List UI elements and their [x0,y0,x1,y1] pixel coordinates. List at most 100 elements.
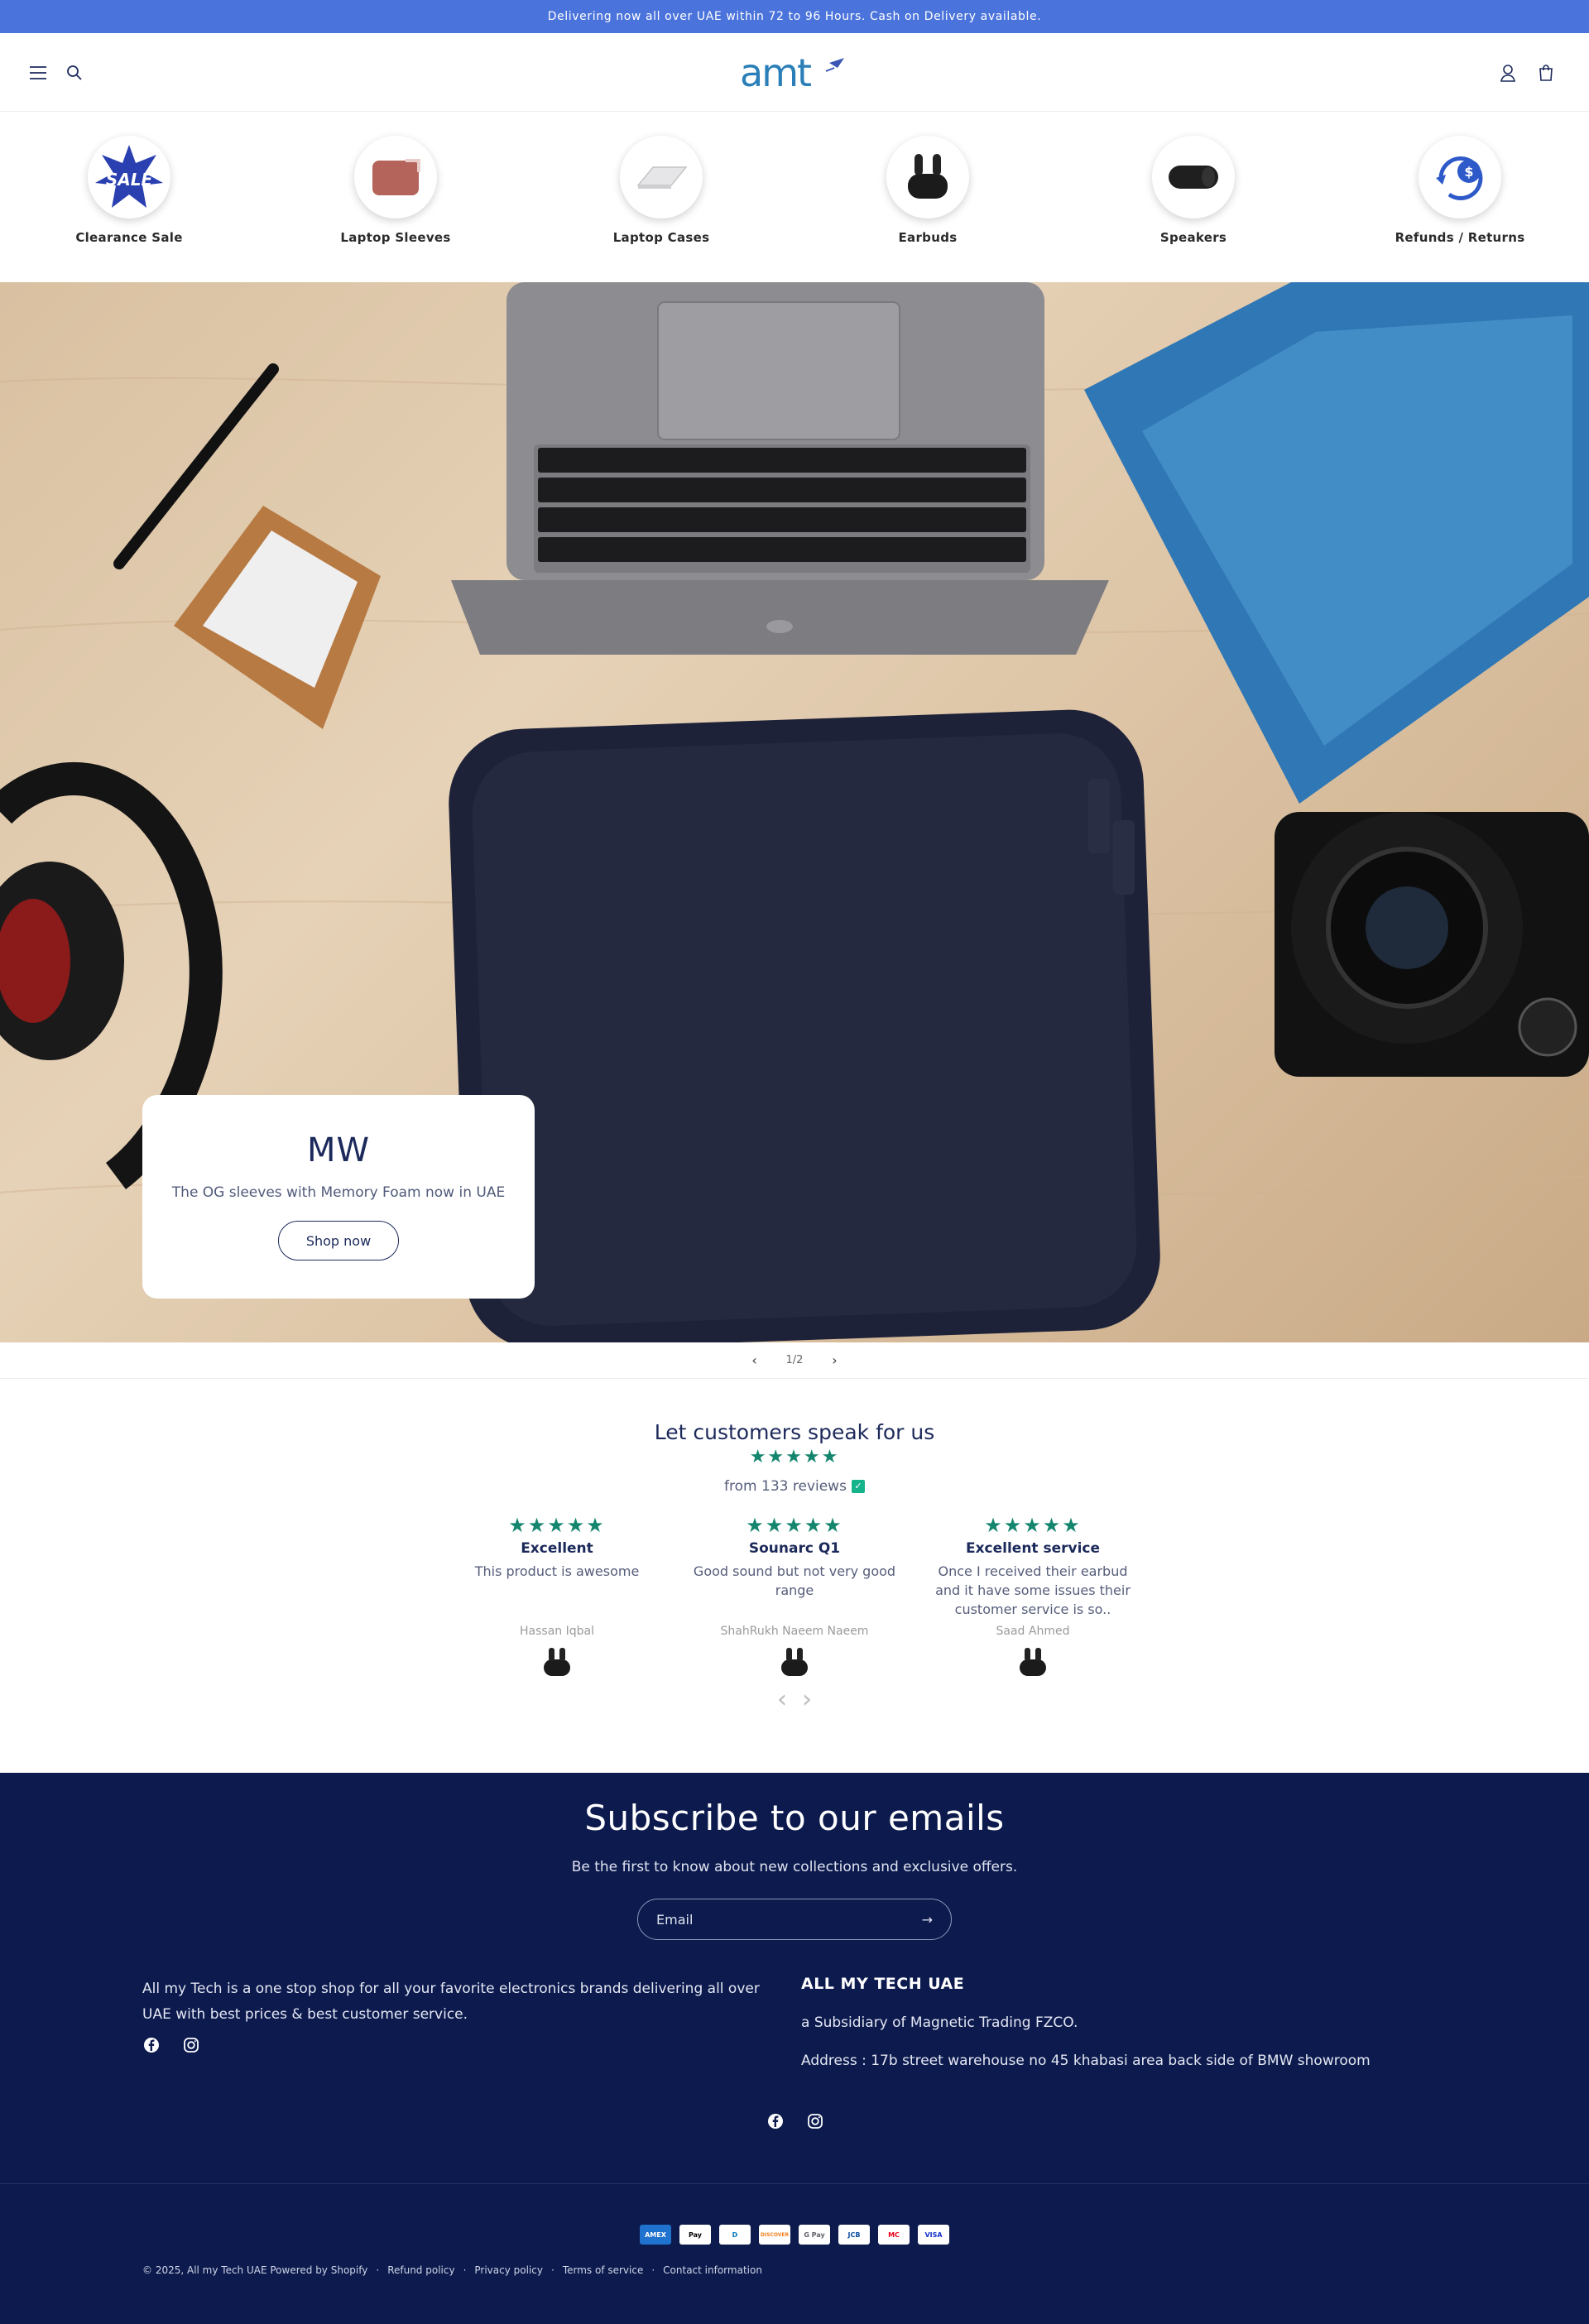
reviews-rating-stars: ★★★★★ [749,1447,840,1467]
discover-icon: DISCOVER [759,2225,790,2245]
hero-subtitle: The OG sleeves with Memory Foam now in U… [171,1184,506,1201]
earbuds-product-icon [539,1645,575,1681]
footer-about: All my Tech is a one stop shop for all y… [142,1981,760,2023]
mastercard-icon: MC [878,2225,910,2245]
separator-dot: · [376,2264,380,2276]
newsletter-title: Subscribe to our emails [584,1798,1005,1838]
facebook-icon[interactable] [142,2036,161,2054]
privacy-policy-link[interactable]: Privacy policy [474,2264,543,2276]
account-icon[interactable] [1496,61,1519,84]
footer-company-title: ALL MY TECH UAE [801,1975,965,1993]
site-footer: Subscribe to our emails Be the first to … [0,1773,1589,2324]
chevron-left-icon[interactable]: ‹ [746,1352,763,1369]
review-stars: ★★★★★ [746,1514,843,1537]
category-earbuds[interactable]: Earbuds [845,136,1011,245]
reviews-count[interactable]: from 133 reviews ✓ [0,1478,1589,1495]
menu-icon[interactable] [26,61,50,84]
footer-company-subsidiary: a Subsidiary of Magnetic Trading FZCO. [801,2014,1078,2031]
refund-icon: $ [1419,136,1501,218]
review-heading: Excellent [521,1540,593,1557]
copyright-bar: © 2025, All my Tech UAE Powered by Shopi… [142,2264,762,2276]
review-card[interactable]: ★★★★★ Excellent This product is awesome … [449,1514,665,1681]
category-laptop-sleeves[interactable]: Laptop Sleeves [313,136,478,245]
copyright-text: © 2025, All my Tech UAE Powered by Shopi… [142,2264,368,2276]
review-author: ShahRukh Naeem Naeem [720,1625,869,1638]
reviews-navigation: ‹ › [0,1685,1589,1714]
contact-information-link[interactable]: Contact information [663,2264,762,2276]
hero-card: MW The OG sleeves with Memory Foam now i… [142,1095,535,1299]
category-label: Laptop Cases [612,230,710,245]
diners-club-icon: D [719,2225,751,2245]
review-card[interactable]: ★★★★★ Sounarc Q1 Good sound but not very… [687,1514,902,1681]
instagram-icon[interactable] [182,2036,200,2054]
chevron-left-icon[interactable]: ‹ [777,1685,787,1714]
footer-company-column: ALL MY TECH UAE a Subsidiary of Magnetic… [801,1975,1463,2069]
category-refunds-returns[interactable]: $ Refunds / Returns [1377,136,1543,245]
email-placeholder: Email [656,1911,694,1928]
newsletter-subtitle: Be the first to know about new collectio… [571,1859,1018,1875]
google-pay-icon: G Pay [799,2225,830,2245]
social-links-center [766,2112,824,2130]
earbuds-product-icon [1015,1645,1051,1681]
reviews-title: Let customers speak for us [654,1420,935,1444]
email-field[interactable]: Email → [637,1899,952,1940]
category-laptop-cases[interactable]: Laptop Cases [578,136,744,245]
announcement-bar: Delivering now all over UAE within 72 to… [0,0,1589,33]
separator-dot: · [463,2264,467,2276]
cart-icon[interactable] [1534,61,1558,84]
review-card[interactable]: ★★★★★ Excellent service Once I received … [925,1514,1140,1681]
separator-dot: · [651,2264,655,2276]
separator-dot: · [550,2264,554,2276]
site-header: amt [0,33,1589,112]
jcb-icon: JCB [838,2225,870,2245]
shop-now-button[interactable]: Shop now [278,1221,399,1260]
reviews-count-text: from 133 reviews [724,1478,847,1495]
reviews-section: Let customers speak for us ★★★★★ from 13… [0,1379,1589,1773]
amex-icon: AMEX [640,2225,671,2245]
category-label: Refunds / Returns [1395,230,1525,245]
earbuds-icon [886,136,969,218]
sale-badge-icon: SALE [88,136,170,218]
category-speakers[interactable]: Speakers [1111,136,1276,245]
hero-title: MW [306,1131,371,1169]
earbuds-product-icon [776,1645,813,1681]
review-body: This product is awesome [474,1563,640,1579]
review-body: Once I received their earbud and it have… [935,1563,1131,1617]
review-body: Good sound but not very good range [693,1563,896,1598]
laptop-case-icon [620,136,703,218]
footer-divider [0,2183,1589,2184]
instagram-icon[interactable] [806,2112,824,2130]
search-icon[interactable] [63,61,86,84]
arrow-right-icon[interactable]: → [922,1912,933,1928]
review-author: Hassan Iqbal [520,1625,594,1638]
facebook-icon[interactable] [766,2112,785,2130]
svg-text:$: $ [1464,164,1473,180]
slider-controls: ‹ 1/2 › [0,1342,1589,1379]
category-label: Earbuds [898,230,958,245]
review-stars: ★★★★★ [508,1514,606,1537]
chevron-right-icon[interactable]: › [802,1685,812,1714]
terms-of-service-link[interactable]: Terms of service [563,2264,644,2276]
announcement-text: Delivering now all over UAE within 72 to… [547,10,1042,23]
footer-company-address: Address : 17b street warehouse no 45 kha… [801,2053,1371,2069]
review-author: Saad Ahmed [996,1625,1070,1638]
review-heading: Excellent service [965,1540,1101,1557]
refund-policy-link[interactable]: Refund policy [387,2264,454,2276]
category-label: Speakers [1159,230,1227,245]
logo-text: amt [740,50,811,95]
apple-pay-icon: Pay [679,2225,711,2245]
category-strip: SALE Clearance Sale Laptop Sleeves Lapto… [0,113,1589,282]
review-stars: ★★★★★ [984,1514,1082,1537]
social-links [142,2036,200,2054]
hero-banner: MW The OG sleeves with Memory Foam now i… [0,282,1589,1342]
svg-text:SALE: SALE [106,170,153,190]
visa-icon: VISA [918,2225,949,2245]
verified-check-icon: ✓ [851,1480,865,1493]
category-clearance-sale[interactable]: SALE Clearance Sale [46,136,212,245]
laptop-sleeve-icon [354,136,437,218]
category-label: Clearance Sale [75,230,183,245]
speaker-icon [1152,136,1235,218]
chevron-right-icon[interactable]: › [826,1352,843,1369]
site-logo[interactable]: amt [737,50,852,96]
slide-counter: 1/2 [785,1354,804,1366]
